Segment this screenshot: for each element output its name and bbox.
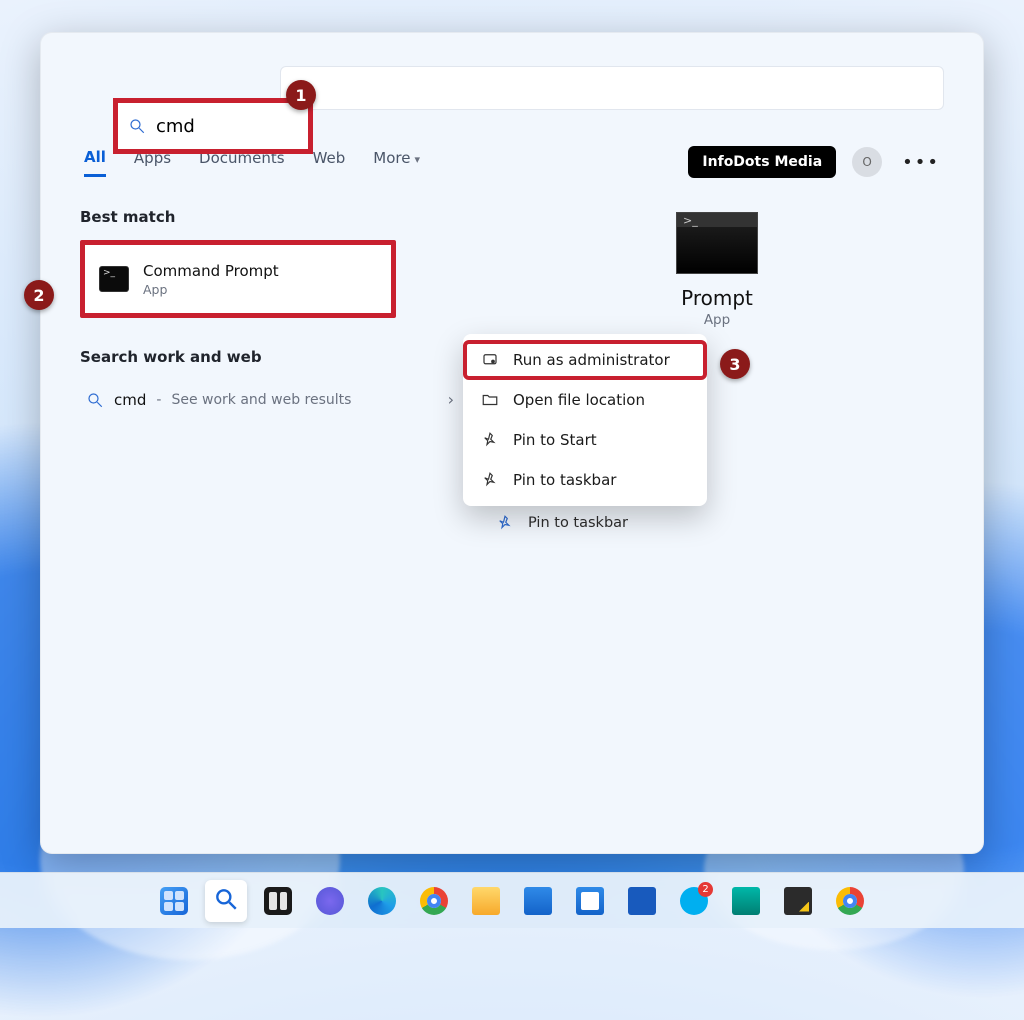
best-match-subtitle: App <box>143 282 279 297</box>
preview-subtitle: App <box>490 312 944 328</box>
taskbar-word-button[interactable] <box>621 880 663 922</box>
taskbar-store-button[interactable] <box>569 880 611 922</box>
taskbar-explorer-button[interactable] <box>465 880 507 922</box>
pin-icon <box>481 431 499 449</box>
context-open-file-location[interactable]: Open file location <box>463 380 707 420</box>
web-result-separator: - <box>156 392 161 408</box>
folder-icon <box>481 391 499 409</box>
context-item-label: Run as administrator <box>513 351 670 369</box>
taskbar-edge-button[interactable] <box>361 880 403 922</box>
annotation-badge-1: 1 <box>286 80 316 110</box>
pin-icon <box>496 514 514 532</box>
pin-icon <box>481 471 499 489</box>
action-pin-to-taskbar[interactable]: Pin to taskbar <box>490 506 944 540</box>
search-icon <box>86 391 104 409</box>
chevron-down-icon: ▾ <box>414 153 420 166</box>
more-options-button[interactable]: ••• <box>898 148 944 177</box>
taskbar-stickynotes-button[interactable] <box>777 880 819 922</box>
search-bar[interactable] <box>280 66 944 110</box>
context-menu: Run as administrator Open file location … <box>463 334 707 506</box>
search-web-heading: Search work and web <box>80 348 480 366</box>
taskbar: 2 <box>0 872 1024 928</box>
taskbar-chat-button[interactable] <box>309 880 351 922</box>
best-match-result[interactable]: Command Prompt App <box>80 240 396 318</box>
search-input-highlight <box>113 98 313 154</box>
shield-icon <box>481 351 499 369</box>
best-match-title: Command Prompt <box>143 262 279 280</box>
tab-all[interactable]: All <box>84 148 106 177</box>
web-result-query: cmd <box>114 391 146 409</box>
context-pin-to-taskbar[interactable]: Pin to taskbar <box>463 460 707 500</box>
user-name-pill[interactable]: InfoDots Media <box>688 146 836 178</box>
tab-more-label: More <box>373 149 410 167</box>
search-icon <box>128 117 146 135</box>
action-label: Pin to taskbar <box>528 515 628 531</box>
context-item-label: Pin to Start <box>513 431 597 449</box>
web-result-row[interactable]: cmd - See work and web results › <box>80 380 460 419</box>
taskbar-chrome2-button[interactable] <box>829 880 871 922</box>
context-item-label: Open file location <box>513 391 645 409</box>
command-prompt-icon-large <box>676 212 758 274</box>
notification-badge: 2 <box>698 882 713 897</box>
taskbar-taskview-button[interactable] <box>257 880 299 922</box>
context-item-label: Pin to taskbar <box>513 471 616 489</box>
search-input[interactable] <box>156 116 276 137</box>
taskbar-chrome-button[interactable] <box>413 880 455 922</box>
preview-title: Prompt <box>490 286 944 310</box>
taskbar-skype-button[interactable]: 2 <box>673 880 715 922</box>
tab-more[interactable]: More ▾ <box>373 149 420 175</box>
taskbar-mail-button[interactable] <box>517 880 559 922</box>
chevron-right-icon: › <box>448 390 454 409</box>
taskbar-start-button[interactable] <box>153 880 195 922</box>
user-avatar[interactable]: O <box>852 147 882 177</box>
context-run-as-admin[interactable]: Run as administrator <box>463 340 707 380</box>
best-match-heading: Best match <box>80 208 480 226</box>
taskbar-app-teal-button[interactable] <box>725 880 767 922</box>
annotation-badge-2: 2 <box>24 280 54 310</box>
taskbar-search-button[interactable] <box>205 880 247 922</box>
tab-web[interactable]: Web <box>313 149 346 175</box>
web-result-hint: See work and web results <box>171 392 351 408</box>
annotation-badge-3: 3 <box>720 349 750 379</box>
command-prompt-icon <box>99 266 129 292</box>
context-pin-to-start[interactable]: Pin to Start <box>463 420 707 460</box>
